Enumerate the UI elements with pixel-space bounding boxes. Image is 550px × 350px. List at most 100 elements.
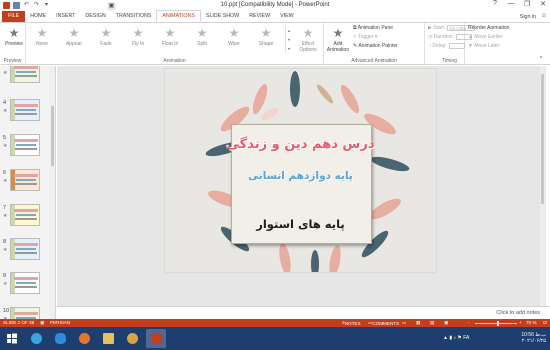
animation-star-icon: ★ bbox=[3, 247, 8, 253]
zoom-out-button[interactable]: - bbox=[468, 320, 470, 325]
zoom-level[interactable]: 70 % bbox=[526, 320, 536, 325]
thumbnail-slide-7[interactable]: 7 ★ bbox=[0, 203, 50, 237]
notes-pane[interactable]: Click to add notes bbox=[57, 306, 550, 319]
delay-input[interactable] bbox=[448, 42, 465, 49]
undo-icon[interactable]: ↶ bbox=[23, 2, 30, 9]
effect-none[interactable]: ★ None bbox=[28, 25, 56, 55]
tray-arrow-icon[interactable]: ▲ bbox=[443, 335, 448, 341]
canvas-scrollbar[interactable] bbox=[540, 66, 545, 306]
save-icon[interactable] bbox=[13, 2, 20, 9]
thumbnail-image bbox=[10, 169, 40, 191]
thumbnail-slide-5[interactable]: 5 ★ bbox=[0, 133, 50, 167]
tab-file[interactable]: FILE bbox=[2, 11, 26, 22]
group-label-advanced: Advanced Animation bbox=[351, 58, 397, 64]
collapse-ribbon-icon[interactable]: ^ bbox=[540, 55, 542, 63]
tab-view[interactable]: VIEW bbox=[275, 11, 299, 22]
gallery-scroll[interactable]: ▴ ▾ ▾ bbox=[285, 26, 292, 53]
reorder-title: Reorder Animation bbox=[468, 25, 510, 31]
powerpoint-app-icon[interactable] bbox=[3, 2, 10, 9]
input-language[interactable]: FA bbox=[463, 335, 469, 341]
firefox-icon bbox=[79, 333, 90, 344]
close-button[interactable]: ✕ bbox=[538, 0, 548, 8]
tab-home[interactable]: HOME bbox=[25, 11, 51, 22]
media-player-taskbar-button[interactable] bbox=[122, 329, 142, 348]
zoom-slider-knob[interactable] bbox=[497, 320, 499, 326]
tab-slide-show[interactable]: SLIDE SHOW bbox=[201, 11, 244, 22]
group-label-timing: Timing bbox=[442, 58, 457, 64]
clock[interactable]: 10:56 ب.ظ ۲۰۲۱/۰۶/۲۵ bbox=[521, 332, 546, 344]
thumbnail-slide-4[interactable]: 4 ★ bbox=[0, 98, 50, 132]
media-player-icon bbox=[127, 333, 138, 344]
normal-view-icon[interactable]: ▭ bbox=[402, 320, 406, 326]
move-earlier-button[interactable]: ▲ Move Earlier bbox=[468, 33, 502, 41]
zoom-in-button[interactable]: + bbox=[519, 320, 522, 325]
effect-split[interactable]: ★ Split bbox=[188, 25, 216, 55]
thumbnail-slide-9[interactable]: 9 ★ bbox=[0, 271, 50, 305]
slide-lesson-title[interactable]: پایه های استوار bbox=[165, 217, 436, 231]
slide-subtitle[interactable]: پایه دوازدهم انسانی bbox=[165, 170, 436, 182]
thumbnail-scrollbar[interactable] bbox=[50, 66, 55, 319]
thumbnail-image bbox=[10, 99, 40, 121]
delay-field[interactable]: ◔ Delay: bbox=[428, 42, 465, 50]
help-button[interactable]: ? bbox=[490, 0, 500, 8]
trigger-button[interactable]: ⚡ Trigger ▾ bbox=[353, 33, 377, 41]
internet-explorer-taskbar-button[interactable] bbox=[50, 329, 70, 348]
effect-options-button[interactable]: ★ Effect Options bbox=[293, 25, 323, 55]
sign-in-link[interactable]: Sign in bbox=[520, 14, 536, 20]
powerpoint-taskbar-button[interactable] bbox=[146, 329, 166, 348]
redo-icon[interactable]: ↷ bbox=[33, 2, 40, 9]
delay-icon: ◔ bbox=[428, 43, 432, 49]
slide-sorter-icon[interactable]: ▦ bbox=[416, 320, 420, 326]
comments-toggle[interactable]: ▭ COMMENTS bbox=[368, 320, 399, 326]
thumbnail-slide-8[interactable]: 8 ★ bbox=[0, 237, 50, 271]
internet-explorer-icon bbox=[55, 333, 66, 344]
current-slide[interactable]: درس دهم دین و زندگی پایه دوازدهم انسانی … bbox=[165, 69, 436, 272]
language-indicator[interactable]: PERSIAN bbox=[50, 320, 70, 325]
language-indicator-icon: ▣ bbox=[40, 320, 45, 325]
volume-icon[interactable]: ♪ bbox=[454, 335, 457, 341]
flag-icon[interactable]: ⚑ bbox=[457, 335, 461, 341]
effect-fly-in[interactable]: ★ Fly In bbox=[124, 25, 152, 55]
preview-button[interactable]: ★ Preview bbox=[0, 25, 28, 55]
duration-icon: ◷ bbox=[428, 34, 433, 40]
notes-toggle[interactable]: ≡ NOTES bbox=[342, 320, 361, 326]
windows-taskbar: ▲ ▮ ♪ ⚑ FA 10:56 ب.ظ ۲۰۲۱/۰۶/۲۵ bbox=[0, 327, 550, 350]
from-beginning-icon[interactable]: ▣ bbox=[108, 3, 115, 10]
ribbon-display-icon[interactable]: ☺ bbox=[541, 13, 547, 19]
effect-fade[interactable]: ★ Fade bbox=[92, 25, 120, 55]
tab-design[interactable]: DESIGN bbox=[80, 11, 110, 22]
slide-title[interactable]: درس دهم دین و زندگی bbox=[165, 137, 436, 152]
restore-button[interactable]: ❐ bbox=[522, 0, 532, 8]
tab-animations[interactable]: ANIMATIONS bbox=[156, 10, 201, 22]
system-tray: ▲ ▮ ♪ ⚑ FA bbox=[443, 335, 469, 341]
tab-insert[interactable]: INSERT bbox=[51, 11, 80, 22]
slide-show-icon[interactable]: ▣ bbox=[444, 320, 448, 326]
customize-toolbar-icon[interactable]: ▾ bbox=[43, 2, 50, 9]
thumbnail-slide-3[interactable]: 3 ★ bbox=[0, 66, 50, 94]
animation-painter-button[interactable]: ✎ Animation Painter bbox=[353, 42, 398, 50]
start-button[interactable] bbox=[2, 329, 22, 348]
thumbnail-slide-10[interactable]: 10 ★ bbox=[0, 306, 50, 319]
effect-shape[interactable]: ★ Shape bbox=[252, 25, 280, 55]
minimize-button[interactable]: — bbox=[506, 0, 516, 8]
tab-review[interactable]: REVIEW bbox=[244, 11, 275, 22]
tab-transitions[interactable]: TRANSITIONS bbox=[111, 11, 157, 22]
notes-placeholder[interactable]: Click to add notes bbox=[496, 310, 540, 316]
firefox-taskbar-button[interactable] bbox=[74, 329, 94, 348]
animation-star-icon: ★ bbox=[3, 178, 8, 184]
effect-float-in[interactable]: ★ Float In bbox=[156, 25, 184, 55]
animation-pane-button[interactable]: ⧉ Animation Pane bbox=[353, 24, 393, 32]
effect-appear[interactable]: ★ Appear bbox=[60, 25, 88, 55]
move-later-button[interactable]: ▼ Move Later bbox=[468, 42, 499, 50]
animation-pane-icon: ⧉ bbox=[353, 25, 357, 31]
fit-slide-icon[interactable]: ⊡ bbox=[543, 320, 547, 326]
reading-view-icon[interactable]: ▤ bbox=[430, 320, 434, 326]
file-explorer-taskbar-button[interactable] bbox=[98, 329, 118, 348]
telegram-taskbar-button[interactable] bbox=[26, 329, 46, 348]
thumbnail-image bbox=[10, 272, 40, 294]
thumbnail-slide-6[interactable]: 6 ★ bbox=[0, 168, 50, 202]
add-animation-button[interactable]: ★ Add Animation bbox=[325, 25, 351, 55]
zoom-slider[interactable] bbox=[475, 322, 517, 324]
network-icon[interactable]: ▮ bbox=[449, 335, 452, 341]
effect-wipe[interactable]: ★ Wipe bbox=[220, 25, 248, 55]
